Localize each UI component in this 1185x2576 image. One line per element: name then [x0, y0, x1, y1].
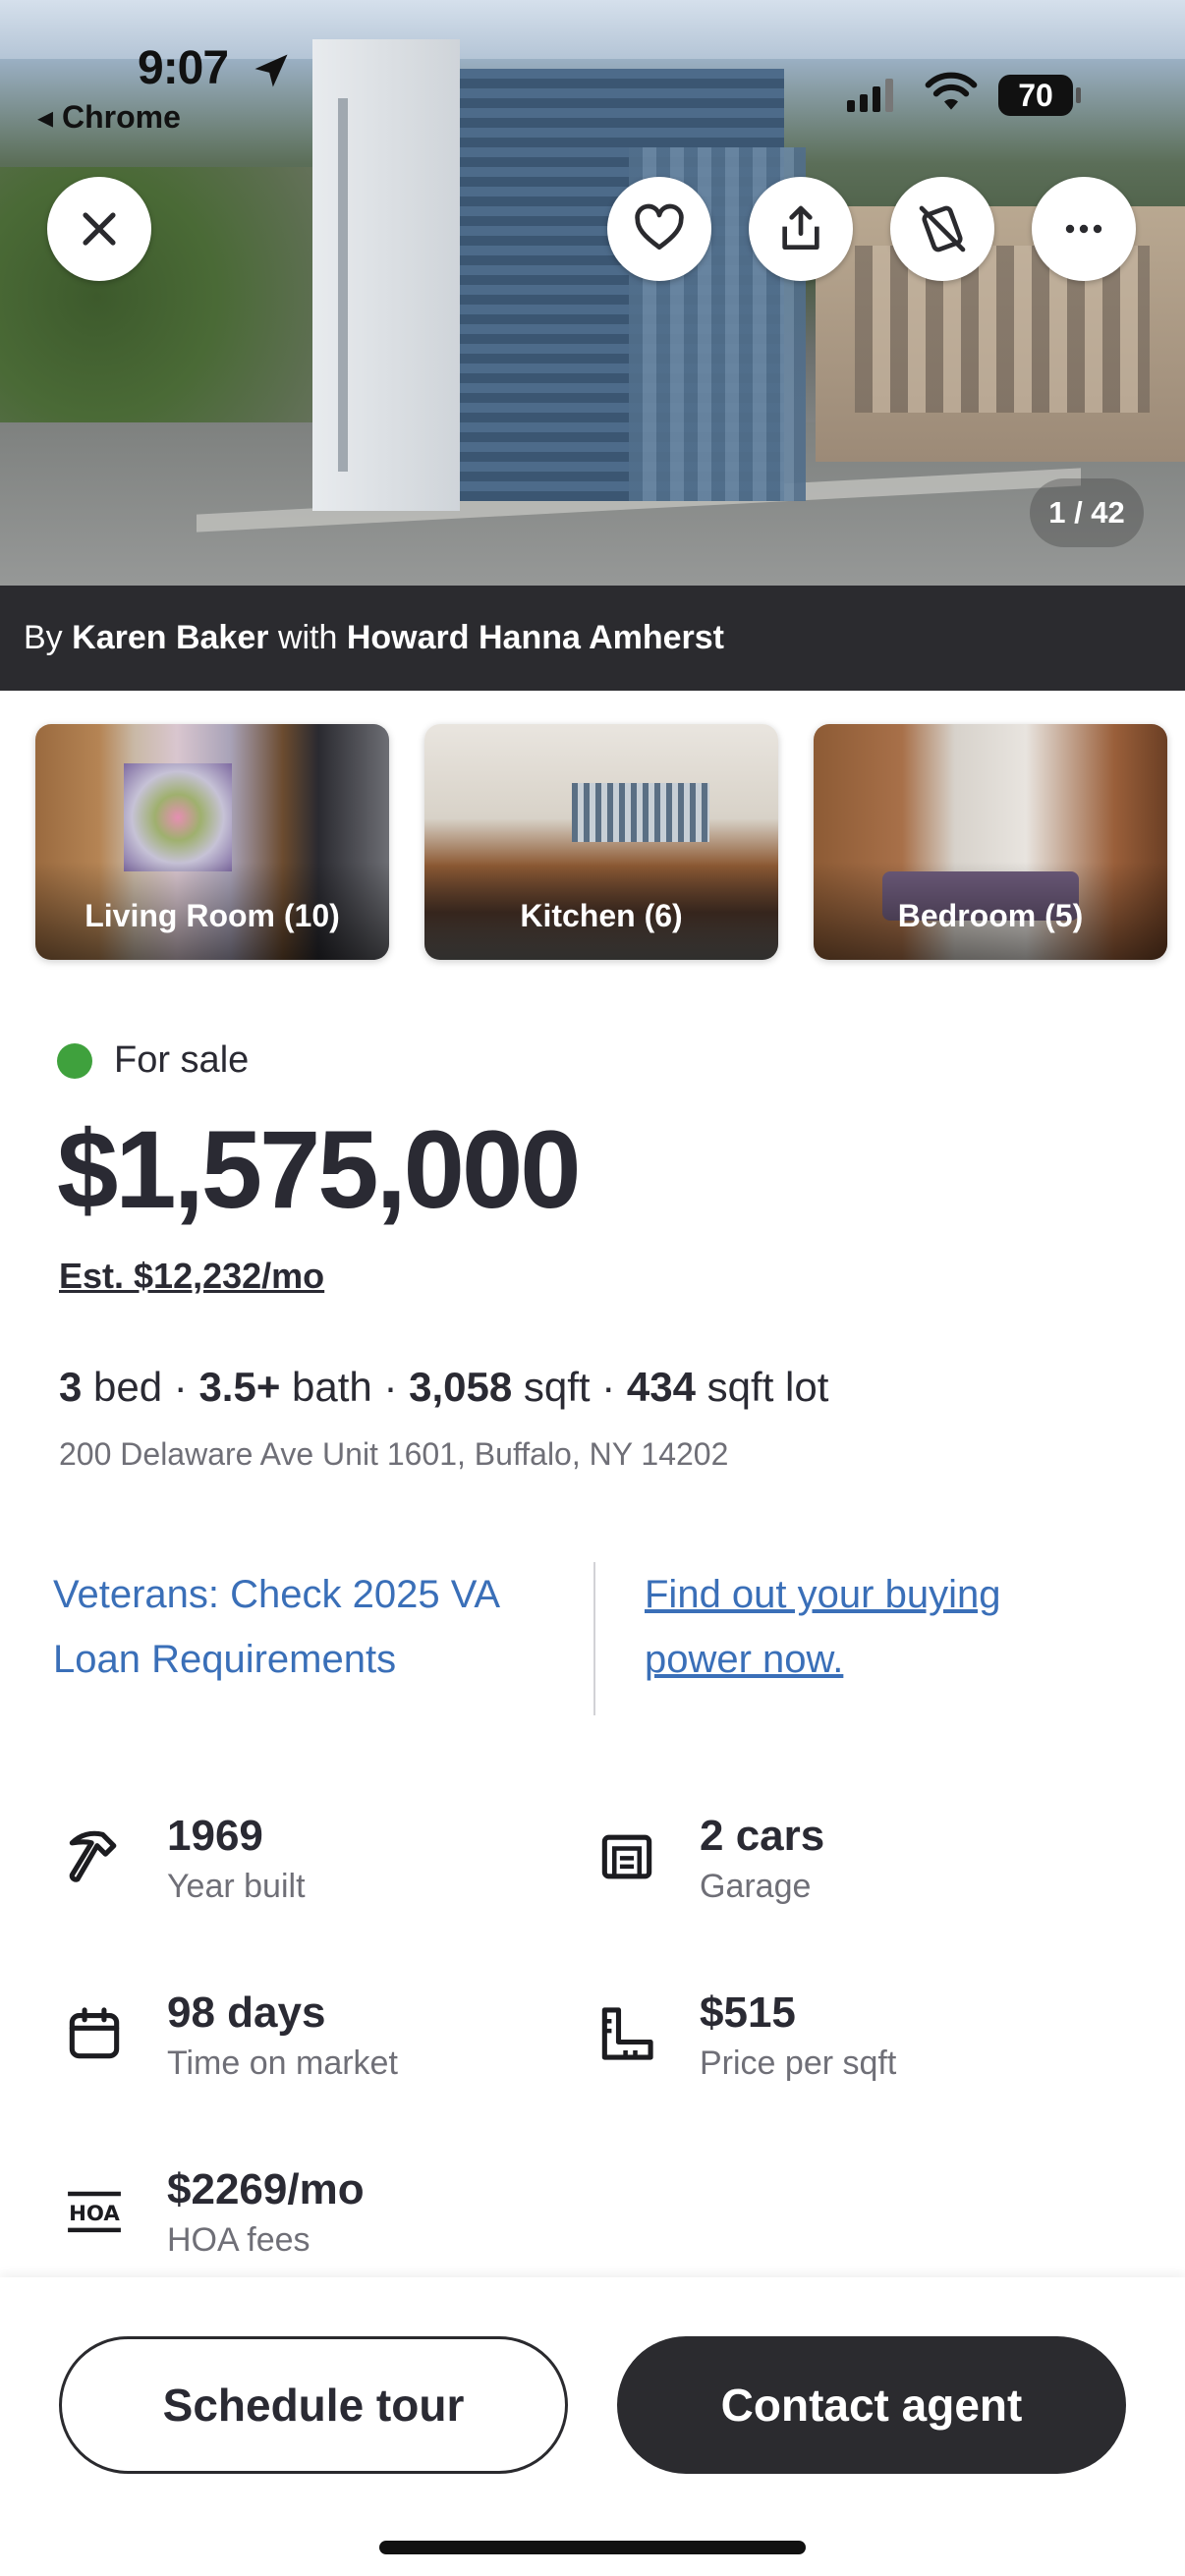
- status-time: 9:07: [138, 42, 229, 94]
- attribution-agent: Karen Baker: [72, 619, 269, 656]
- heart-icon: [635, 203, 684, 251]
- time-on-market-label: Time on market: [167, 2044, 398, 2082]
- battery-indicator: 70: [998, 75, 1081, 116]
- hoa-label: HOA fees: [167, 2221, 310, 2259]
- thumbnail-label: Living Room (10): [85, 898, 340, 933]
- hoa-value: $2269/mo: [167, 2165, 365, 2213]
- share-icon: [782, 205, 819, 251]
- status-dot-icon: [57, 1042, 92, 1079]
- attribution-by: By: [24, 619, 63, 656]
- listing-price: $1,575,000: [57, 1108, 582, 1231]
- hoa-icon: HOA: [68, 2191, 121, 2233]
- financing-links: Veterans: Check 2025 VA Loan Requirement…: [53, 1562, 1134, 1715]
- beds-count: 3: [59, 1364, 83, 1410]
- more-dots-icon: [1065, 224, 1102, 234]
- thumbnail-label: Bedroom (5): [897, 898, 1084, 933]
- favorite-button[interactable]: [607, 177, 711, 281]
- year-built-value: 1969: [167, 1812, 263, 1860]
- attribution-with: with: [277, 619, 338, 656]
- sqft-unit: sqft: [523, 1364, 591, 1410]
- close-button[interactable]: [47, 177, 151, 281]
- listing-status: For sale: [57, 1039, 249, 1082]
- buying-power-link[interactable]: Find out your buying power now.: [645, 1562, 1116, 1715]
- screen-rotation-off-icon: [919, 205, 966, 252]
- hero-tower-white: [312, 39, 460, 511]
- hero-photo[interactable]: 9:07 ◂ Chrome 70 1 / 42: [0, 0, 1185, 586]
- bottom-action-bar: Schedule tour Contact agent: [0, 2277, 1185, 2576]
- back-to-chrome[interactable]: ◂ Chrome: [37, 98, 181, 136]
- calendar-icon: [69, 2007, 120, 2059]
- listing-attribution: By Karen Baker with Howard Hanna Amherst: [0, 586, 1185, 691]
- wifi-icon: [925, 72, 978, 110]
- lot-value: 434: [626, 1364, 696, 1410]
- garage-icon: [601, 1834, 652, 1879]
- thumbnail-bedroom[interactable]: Bedroom (5): [814, 724, 1167, 960]
- va-loan-link[interactable]: Veterans: Check 2025 VA Loan Requirement…: [53, 1562, 593, 1715]
- ruler-icon: [601, 2007, 653, 2060]
- fact-price-per-sqft: $515 Price per sqft: [593, 1985, 896, 2085]
- thumbnail-kitchen[interactable]: Kitchen (6): [424, 724, 778, 960]
- photo-category-strip: Living Room (10) Kitchen (6) Bedroom (5): [35, 724, 1167, 960]
- lot-unit: sqft lot: [706, 1364, 829, 1410]
- hoa-icon-text: HOA: [69, 2202, 120, 2226]
- sqft-value: 3,058: [409, 1364, 513, 1410]
- year-built-label: Year built: [167, 1868, 306, 1905]
- thumbnail-label: Kitchen (6): [520, 898, 683, 933]
- garage-value: 2 cars: [700, 1812, 825, 1860]
- photo-counter: 1 / 42: [1030, 478, 1144, 547]
- fact-year-built: 1969 Year built: [61, 1808, 306, 1908]
- close-icon: [83, 212, 116, 246]
- location-arrow-icon: [254, 54, 288, 87]
- listing-address: 200 Delaware Ave Unit 1601, Buffalo, NY …: [59, 1436, 729, 1472]
- beds-unit: bed: [93, 1364, 163, 1410]
- fact-time-on-market: 98 days Time on market: [61, 1985, 398, 2085]
- home-summary: 3 bed · 3.5+ bath · 3,058 sqft · 434 sqf…: [59, 1364, 829, 1410]
- baths-count: 3.5+: [198, 1364, 281, 1410]
- time-on-market-value: 98 days: [167, 1988, 326, 2037]
- contact-agent-button[interactable]: Contact agent: [617, 2336, 1126, 2474]
- fact-hoa: HOA $2269/mo HOA fees: [61, 2161, 365, 2262]
- links-divider: [593, 1562, 595, 1715]
- hammer-icon: [69, 1830, 117, 1882]
- more-options-button[interactable]: [1032, 177, 1136, 281]
- monthly-estimate-link[interactable]: Est. $12,232/mo: [59, 1256, 324, 1297]
- garage-label: Garage: [700, 1868, 812, 1905]
- home-indicator[interactable]: [379, 2541, 806, 2554]
- attribution-brokerage: Howard Hanna Amherst: [346, 619, 725, 656]
- price-per-sqft-value: $515: [700, 1988, 796, 2037]
- thumbnail-living-room[interactable]: Living Room (10): [35, 724, 389, 960]
- schedule-tour-button[interactable]: Schedule tour: [59, 2336, 568, 2474]
- price-per-sqft-label: Price per sqft: [700, 2044, 897, 2082]
- fact-garage: 2 cars Garage: [593, 1808, 824, 1908]
- rotate-lock-button[interactable]: [890, 177, 994, 281]
- status-label: For sale: [114, 1039, 250, 1081]
- baths-unit: bath: [292, 1364, 372, 1410]
- share-button[interactable]: [749, 177, 853, 281]
- cell-signal-icon: [847, 79, 893, 112]
